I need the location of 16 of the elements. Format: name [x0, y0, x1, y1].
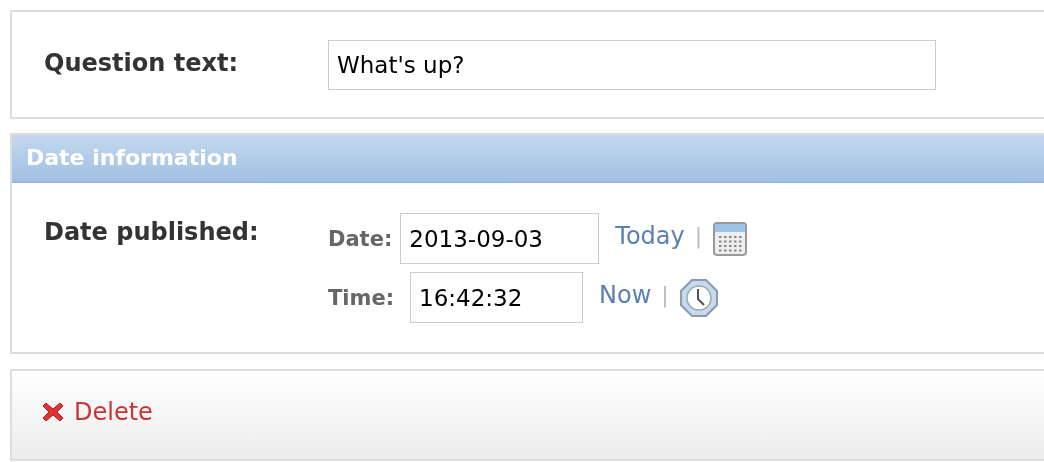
- separator: |: [694, 223, 703, 251]
- now-link[interactable]: Now: [599, 280, 652, 315]
- field-label: Date published:: [44, 217, 260, 248]
- time-field[interactable]: 16:42:32: [410, 272, 584, 323]
- question-text-field[interactable]: What's up?: [328, 40, 936, 90]
- field-label: Question text:: [44, 48, 239, 77]
- delete-link[interactable]: Delete: [74, 398, 153, 426]
- separator: |: [661, 282, 669, 310]
- clock-icon[interactable]: [678, 277, 719, 318]
- field-label: Date:: [328, 226, 393, 251]
- today-link[interactable]: Today: [615, 221, 685, 256]
- calendar-icon[interactable]: [712, 220, 749, 257]
- date-field[interactable]: 2013-09-03: [400, 213, 600, 264]
- close-icon[interactable]: [40, 400, 66, 424]
- field-label: Time:: [328, 285, 395, 310]
- section-header: Date information: [12, 135, 1044, 183]
